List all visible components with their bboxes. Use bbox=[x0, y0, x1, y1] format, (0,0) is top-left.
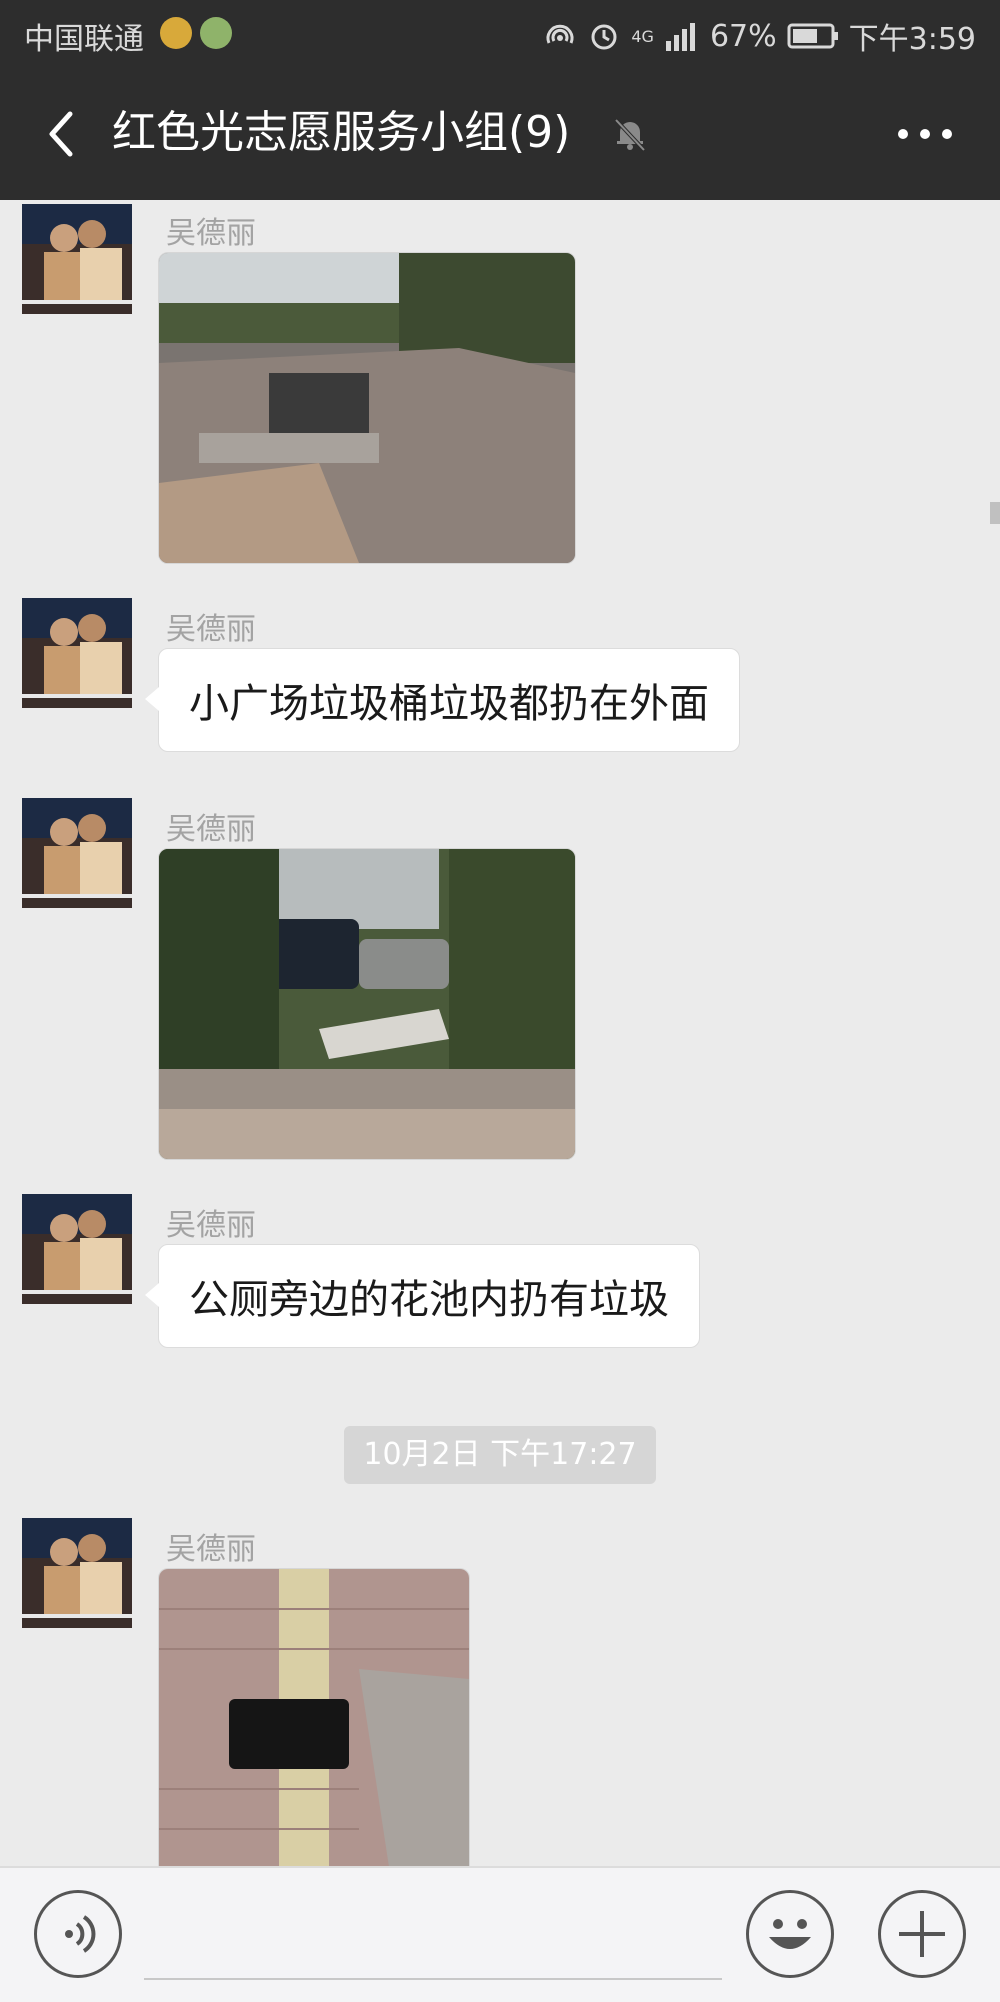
sender-name: 吴德丽 bbox=[166, 1532, 256, 1567]
avatar[interactable] bbox=[22, 1518, 132, 1628]
avatar[interactable] bbox=[22, 798, 132, 908]
sim-badge-icon bbox=[160, 17, 192, 49]
image-message[interactable] bbox=[158, 848, 576, 1160]
signal-icon bbox=[665, 23, 695, 51]
scroll-indicator[interactable] bbox=[990, 502, 1000, 524]
battery-icon bbox=[787, 23, 838, 49]
avatar[interactable] bbox=[22, 204, 132, 314]
plus-icon bbox=[899, 1911, 945, 1957]
sim-badge-icon bbox=[200, 17, 232, 49]
message-text: 公厕旁边的花池内扔有垃圾 bbox=[189, 1277, 669, 1323]
status-bar: 中国联通 4G 67% 下午3:59 bbox=[0, 0, 1000, 68]
mute-bell-icon bbox=[614, 118, 646, 152]
more-options-icon[interactable] bbox=[890, 104, 960, 164]
message-input[interactable] bbox=[144, 1978, 722, 1980]
text-message-bubble[interactable]: 小广场垃圾桶垃圾都扔在外面 bbox=[145, 648, 740, 752]
clock: 下午3:59 bbox=[848, 22, 976, 57]
sender-name: 吴德丽 bbox=[166, 216, 256, 251]
hotspot-icon bbox=[546, 24, 574, 44]
avatar[interactable] bbox=[22, 1194, 132, 1304]
battery-percent: 67% bbox=[709, 18, 777, 54]
plus-button[interactable] bbox=[878, 1890, 966, 1978]
message-text: 小广场垃圾桶垃圾都扔在外面 bbox=[189, 681, 709, 727]
time-divider: 10月2日 下午17:27 bbox=[344, 1426, 656, 1484]
voice-button[interactable] bbox=[34, 1890, 122, 1978]
sender-name: 吴德丽 bbox=[166, 1208, 256, 1243]
back-arrow-icon[interactable] bbox=[32, 104, 92, 164]
chat-header: 红色光志愿服务小组(9) bbox=[0, 68, 1000, 200]
sender-name: 吴德丽 bbox=[166, 812, 256, 847]
chat-title: 红色光志愿服务小组(9) bbox=[112, 107, 571, 158]
avatar[interactable] bbox=[22, 598, 132, 708]
emoji-button[interactable] bbox=[746, 1890, 834, 1978]
carrier-name: 中国联通 bbox=[24, 22, 144, 57]
sender-name: 吴德丽 bbox=[166, 612, 256, 647]
network-type: 4G bbox=[631, 26, 654, 46]
input-bar bbox=[0, 1866, 1000, 2002]
status-icons: 4G 67% 下午3:59 bbox=[543, 14, 976, 58]
image-message[interactable] bbox=[158, 252, 576, 564]
alarm-icon bbox=[591, 24, 617, 50]
emoji-icon bbox=[769, 1919, 811, 1949]
text-message-bubble[interactable]: 公厕旁边的花池内扔有垃圾 bbox=[145, 1244, 700, 1348]
voice-icon bbox=[65, 1915, 96, 1953]
image-message[interactable] bbox=[158, 1568, 470, 1867]
